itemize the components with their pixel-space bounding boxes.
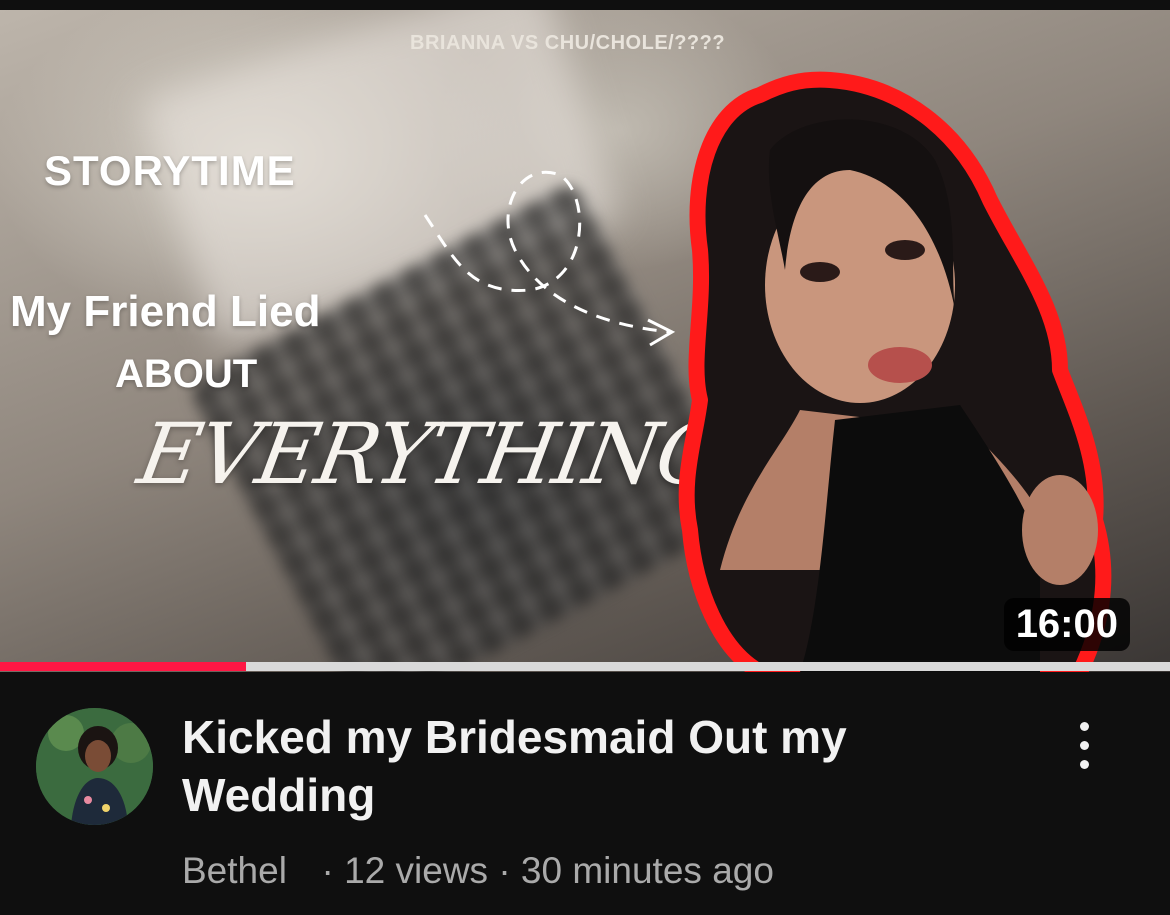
video-title[interactable]: Kicked my Bridesmaid Out my Wedding [182, 708, 1022, 824]
view-count: · 12 views [321, 850, 489, 891]
menu-dot [1079, 722, 1089, 731]
more-vertical-icon[interactable] [1066, 722, 1102, 782]
upload-age: · 30 minutes ago [498, 850, 774, 891]
menu-dot [1079, 741, 1089, 750]
video-duration-badge: 16:00 [1003, 598, 1130, 651]
channel-name[interactable]: Bethel [182, 850, 287, 891]
video-metadata: Bethel · 12 views · 30 minutes ago [182, 850, 774, 892]
avatar-image [36, 708, 153, 825]
video-thumbnail[interactable]: BRIANNA VS CHU/CHOLE/???? STORYTIME My F… [0, 10, 1170, 672]
menu-dot [1079, 760, 1089, 769]
channel-avatar[interactable] [36, 708, 153, 825]
watch-progress-bar [0, 662, 1170, 671]
watch-progress-fill [0, 662, 246, 671]
person-cutout [678, 71, 1112, 672]
